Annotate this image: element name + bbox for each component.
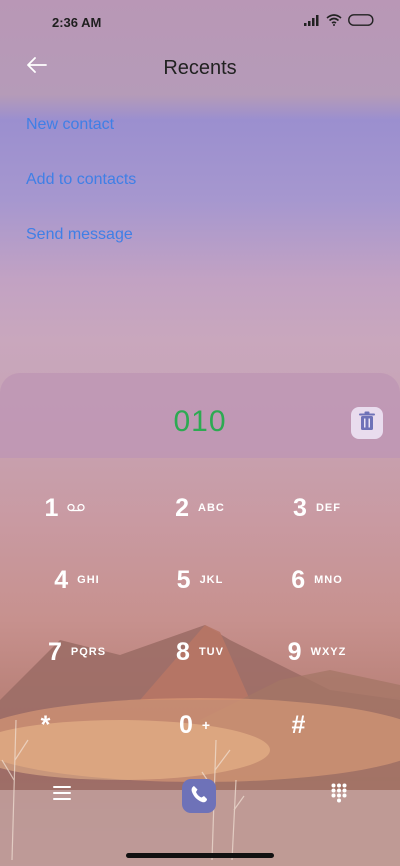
key-letters: +: [201, 717, 212, 733]
key-digit: 3: [293, 493, 307, 522]
bottom-action-bar: [0, 770, 400, 820]
battery-icon: [348, 14, 374, 29]
key-4[interactable]: 4 GHI: [22, 555, 132, 605]
key-0[interactable]: 0 +: [140, 700, 250, 750]
dialpad-icon: [331, 783, 347, 808]
key-letters: MNO: [314, 574, 343, 586]
key-digit: *: [40, 710, 51, 739]
signal-icon: [304, 14, 320, 29]
key-digit: 4: [54, 565, 69, 594]
wifi-icon: [326, 14, 342, 29]
trash-icon: [358, 411, 376, 436]
key-star[interactable]: *: [0, 700, 105, 750]
key-3[interactable]: 3 DEF: [262, 483, 372, 533]
key-8[interactable]: 8 TUV: [145, 627, 255, 677]
key-digit: #: [291, 710, 306, 739]
key-2[interactable]: 2 ABC: [145, 483, 255, 533]
number-actions: New contact Add to contacts Send message: [26, 114, 136, 279]
delete-button[interactable]: [351, 407, 383, 439]
send-message-link[interactable]: Send message: [26, 224, 136, 279]
key-digit: 2: [175, 493, 190, 522]
key-5[interactable]: 5 JKL: [145, 555, 255, 605]
key-letters: GHI: [77, 574, 100, 586]
status-bar: 2:36 AM: [0, 0, 400, 44]
key-hash[interactable]: #: [248, 700, 358, 750]
key-6[interactable]: 6 MNO: [262, 555, 372, 605]
add-to-contacts-link[interactable]: Add to contacts: [26, 169, 136, 224]
key-digit: 1: [44, 493, 59, 522]
hamburger-icon: [53, 785, 71, 805]
call-button[interactable]: [182, 779, 216, 813]
key-digit: 9: [287, 637, 302, 666]
dialpad-toggle-button[interactable]: [324, 780, 354, 810]
voicemail-icon: [67, 499, 86, 517]
home-indicator[interactable]: [126, 853, 274, 858]
key-letters: PQRS: [70, 646, 107, 658]
dial-panel: 010: [0, 373, 400, 458]
new-contact-link[interactable]: New contact: [26, 114, 136, 169]
key-letters: DEF: [315, 502, 341, 514]
key-digit: 8: [176, 637, 190, 666]
status-icons: [304, 14, 374, 29]
key-letters: WXYZ: [310, 646, 347, 658]
key-7[interactable]: 7 PQRS: [22, 627, 132, 677]
page-title: Recents: [163, 57, 237, 79]
menu-button[interactable]: [47, 780, 77, 810]
status-time: 2:36 AM: [52, 15, 102, 30]
key-letters: ABC: [198, 502, 225, 514]
key-digit: 5: [176, 565, 191, 594]
phone-icon: [189, 784, 209, 809]
key-digit: 7: [47, 637, 62, 666]
key-digit: 6: [291, 565, 306, 594]
key-9[interactable]: 9 WXYZ: [262, 627, 372, 677]
key-letters: JKL: [199, 574, 224, 586]
app-header: Recents: [0, 44, 400, 94]
key-digit: 0: [178, 710, 193, 739]
key-1[interactable]: 1: [0, 483, 130, 533]
dialed-number: 010: [173, 405, 227, 438]
key-letters: TUV: [198, 646, 224, 658]
